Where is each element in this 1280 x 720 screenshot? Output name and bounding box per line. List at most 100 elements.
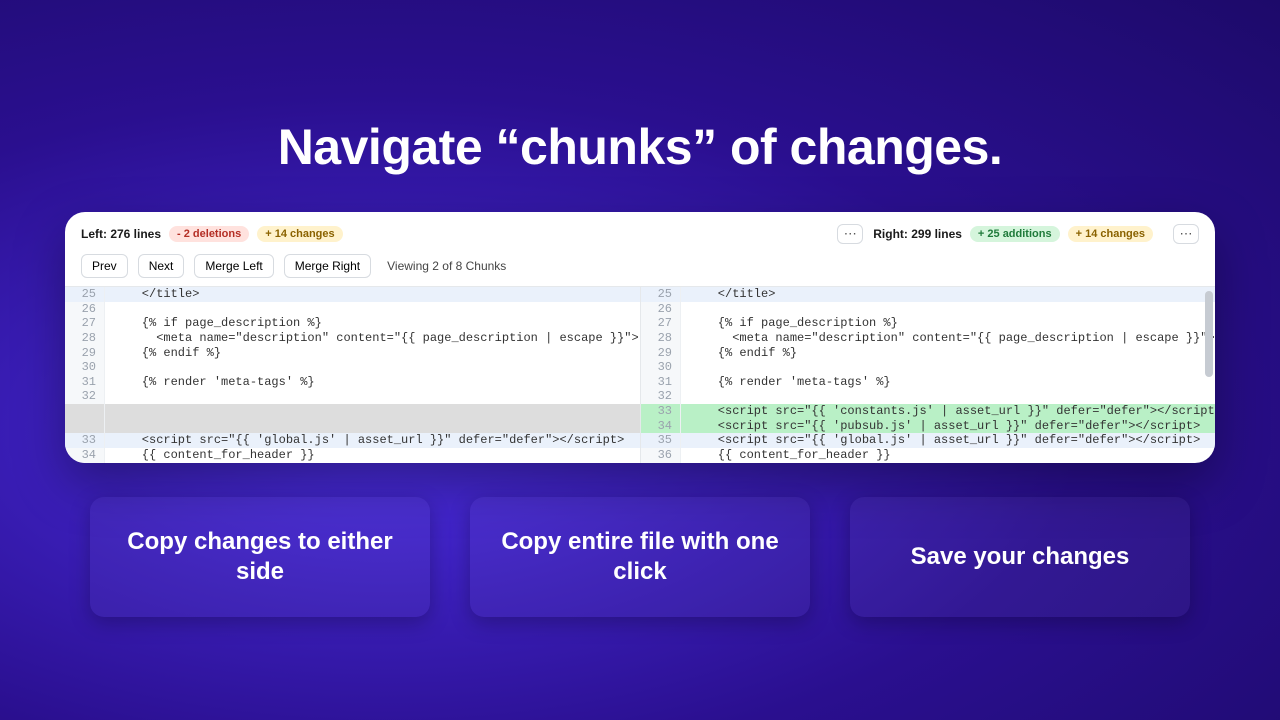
code-row: 36 {{ content_for_header }}: [641, 448, 1215, 463]
feature-card-text: Save your changes: [911, 542, 1130, 572]
code-row: 30: [641, 360, 1215, 375]
code-row: 28 <meta name="description" content="{{ …: [641, 331, 1215, 346]
code-row: [65, 419, 640, 434]
code-row: 26: [65, 302, 640, 317]
left-summary: Left: 276 lines - 2 deletions + 14 chang…: [81, 226, 343, 242]
line-number: 27: [641, 316, 681, 331]
feature-card-text: Copy entire file with one click: [494, 527, 786, 587]
diff-columns: 25 </title>2627 {% if page_description %…: [65, 286, 1215, 463]
right-changes-pill: + 14 changes: [1068, 226, 1153, 242]
page-headline: Navigate “chunks” of changes.: [278, 118, 1003, 176]
code-text: {% render 'meta-tags' %}: [105, 375, 640, 390]
code-row: 33 <script src="{{ 'constants.js' | asse…: [641, 404, 1215, 419]
code-text: {% if page_description %}: [105, 316, 640, 331]
code-text: [105, 404, 640, 419]
deletions-pill: - 2 deletions: [169, 226, 249, 242]
code-text: <script src="{{ 'global.js' | asset_url …: [681, 433, 1215, 448]
scrollbar-track[interactable]: [1203, 287, 1213, 463]
code-text: </title>: [105, 287, 640, 302]
line-number: 33: [641, 404, 681, 419]
scrollbar-thumb[interactable]: [1205, 291, 1213, 377]
merge-left-button[interactable]: Merge Left: [194, 254, 273, 278]
code-row: 32: [65, 389, 640, 404]
prev-button[interactable]: Prev: [81, 254, 128, 278]
code-row: 27 {% if page_description %}: [65, 316, 640, 331]
line-number: 35: [641, 433, 681, 448]
feature-cards: Copy changes to either side Copy entire …: [90, 497, 1190, 617]
line-number: 26: [65, 302, 105, 317]
diff-panel: Left: 276 lines - 2 deletions + 14 chang…: [65, 212, 1215, 463]
code-row: 25 </title>: [641, 287, 1215, 302]
code-text: </title>: [681, 287, 1215, 302]
line-number: 27: [65, 316, 105, 331]
right-summary: Right: 299 lines + 25 additions + 14 cha…: [873, 226, 1153, 242]
feature-card-copy-side: Copy changes to either side: [90, 497, 430, 617]
line-number: 34: [65, 448, 105, 463]
code-text: [681, 302, 1215, 317]
code-row: 25 </title>: [65, 287, 640, 302]
code-text: <meta name="description" content="{{ pag…: [105, 331, 640, 346]
next-button[interactable]: Next: [138, 254, 185, 278]
code-row: 34 {{ content_for_header }}: [65, 448, 640, 463]
line-number: 29: [641, 346, 681, 361]
code-row: 28 <meta name="description" content="{{ …: [65, 331, 640, 346]
line-number: 29: [65, 346, 105, 361]
line-number: 26: [641, 302, 681, 317]
line-number: 31: [641, 375, 681, 390]
line-number: 25: [65, 287, 105, 302]
code-text: [105, 360, 640, 375]
line-number: 28: [65, 331, 105, 346]
code-row: 32: [641, 389, 1215, 404]
code-row: 29 {% endif %}: [641, 346, 1215, 361]
code-text: {% if page_description %}: [681, 316, 1215, 331]
line-number: 31: [65, 375, 105, 390]
line-number: 32: [641, 389, 681, 404]
code-row: 31 {% render 'meta-tags' %}: [65, 375, 640, 390]
code-row: 30: [65, 360, 640, 375]
left-overflow-menu[interactable]: ⋯: [837, 224, 863, 244]
code-text: {% render 'meta-tags' %}: [681, 375, 1215, 390]
code-text: <script src="{{ 'global.js' | asset_url …: [105, 433, 640, 448]
line-number: 34: [641, 419, 681, 434]
line-number: [65, 404, 105, 419]
right-diff-column: 25 </title>2627 {% if page_description %…: [640, 287, 1215, 463]
code-text: <script src="{{ 'pubsub.js' | asset_url …: [681, 419, 1215, 434]
code-row: 31 {% render 'meta-tags' %}: [641, 375, 1215, 390]
chunk-toolbar: Prev Next Merge Left Merge Right Viewing…: [65, 244, 1215, 286]
dots-icon: ⋯: [1180, 226, 1193, 242]
code-text: [681, 389, 1215, 404]
dots-icon: ⋯: [844, 226, 857, 242]
line-number: 36: [641, 448, 681, 463]
line-number: 33: [65, 433, 105, 448]
right-lines-label: Right: 299 lines: [873, 227, 962, 241]
merge-right-button[interactable]: Merge Right: [284, 254, 371, 278]
right-overflow-menu[interactable]: ⋯: [1173, 224, 1199, 244]
code-row: 34 <script src="{{ 'pubsub.js' | asset_u…: [641, 419, 1215, 434]
feature-card-copy-file: Copy entire file with one click: [470, 497, 810, 617]
code-row: 29 {% endif %}: [65, 346, 640, 361]
feature-card-save: Save your changes: [850, 497, 1190, 617]
line-number: 25: [641, 287, 681, 302]
code-text: <script src="{{ 'constants.js' | asset_u…: [681, 404, 1215, 419]
code-text: [105, 389, 640, 404]
code-row: [65, 404, 640, 419]
code-row: 35 <script src="{{ 'global.js' | asset_u…: [641, 433, 1215, 448]
code-text: {% endif %}: [105, 346, 640, 361]
additions-pill: + 25 additions: [970, 226, 1060, 242]
code-text: {% endif %}: [681, 346, 1215, 361]
code-text: [105, 302, 640, 317]
left-lines-label: Left: 276 lines: [81, 227, 161, 241]
code-text: [105, 419, 640, 434]
line-number: 32: [65, 389, 105, 404]
line-number: [65, 419, 105, 434]
left-diff-column: 25 </title>2627 {% if page_description %…: [65, 287, 640, 463]
code-row: 27 {% if page_description %}: [641, 316, 1215, 331]
line-number: 30: [641, 360, 681, 375]
code-text: <meta name="description" content="{{ pag…: [681, 331, 1215, 346]
left-changes-pill: + 14 changes: [257, 226, 342, 242]
feature-card-text: Copy changes to either side: [114, 527, 406, 587]
code-row: 33 <script src="{{ 'global.js' | asset_u…: [65, 433, 640, 448]
code-text: {{ content_for_header }}: [105, 448, 640, 463]
line-number: 30: [65, 360, 105, 375]
chunk-status: Viewing 2 of 8 Chunks: [387, 259, 506, 273]
